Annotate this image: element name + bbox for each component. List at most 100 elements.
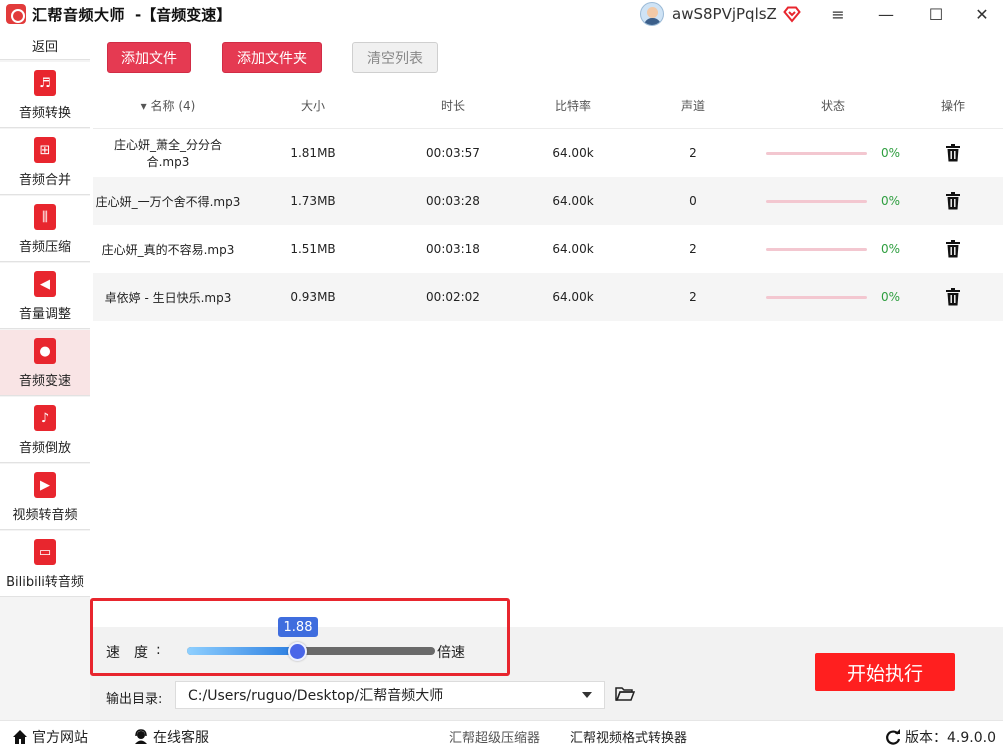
- progress-percent: 0%: [880, 194, 901, 208]
- version-label: 版本：4.9.0.0: [905, 730, 996, 746]
- cell-channels: 2: [689, 242, 697, 256]
- add-folder-button[interactable]: 添加文件夹: [222, 42, 322, 73]
- header-duration[interactable]: 时长: [383, 97, 523, 114]
- cell-size: 1.51MB: [290, 242, 336, 256]
- audio-merge-icon: ⊞: [34, 137, 56, 163]
- progress-bar: [765, 151, 867, 155]
- speed-unit: 倍速: [437, 645, 465, 661]
- cell-action: [903, 192, 1003, 210]
- header-status: 状态: [820, 98, 845, 113]
- window-title: -【音频变速】: [135, 5, 232, 24]
- back-button[interactable]: 返回: [0, 32, 90, 60]
- start-button[interactable]: 开始执行: [815, 653, 955, 691]
- speed-highlight-box: [90, 598, 510, 676]
- audio-convert-icon: ♬: [34, 70, 56, 96]
- sidebar-item-label: 音量调整: [18, 307, 71, 322]
- cell-bitrate: 64.00k: [552, 290, 594, 304]
- version-info[interactable]: 版本：4.9.0.0: [885, 727, 996, 747]
- cell-name: 庄心妍_一万个舍不得.mp3: [95, 194, 241, 209]
- progress-percent: 0%: [880, 146, 901, 160]
- user-area[interactable]: awS8PVjPqlsZ: [640, 2, 801, 26]
- table-row[interactable]: 卓依婷 - 生日快乐.mp3 0.93MB 00:02:02 64.00k 2 …: [93, 273, 1003, 321]
- cell-size: 1.81MB: [290, 146, 336, 160]
- table-row[interactable]: 庄心妍_萧全_分分合合.mp3 1.81MB 00:03:57 64.00k 2…: [93, 129, 1003, 177]
- minimize-button[interactable]: —: [866, 0, 906, 28]
- clear-list-button[interactable]: 清空列表: [352, 42, 438, 73]
- video-converter-link[interactable]: 汇帮视频格式转换器: [570, 727, 687, 746]
- cell-status: 0%: [763, 146, 903, 160]
- cell-bitrate: 64.00k: [552, 146, 594, 160]
- maximize-button[interactable]: ☐: [916, 0, 956, 28]
- sidebar-item-volume[interactable]: ◀ 音量调整: [0, 263, 90, 329]
- chevron-down-icon[interactable]: [582, 692, 592, 698]
- header-bitrate[interactable]: 比特率: [523, 97, 623, 114]
- folder-open-icon[interactable]: [615, 686, 635, 702]
- sidebar-item-audio-compress[interactable]: ⫼ 音频压缩: [0, 196, 90, 262]
- sidebar: 返回 ♬ 音频转换 ⊞ 音频合并 ⫼ 音频压缩 ◀ 音量调整 ● 音频变速 ♪ …: [0, 32, 90, 720]
- online-service-label: 在线客服: [153, 730, 209, 746]
- progress-bar: [765, 199, 867, 203]
- cell-bitrate: 64.00k: [552, 242, 594, 256]
- sidebar-item-label: 音频压缩: [18, 240, 71, 255]
- online-service-link[interactable]: 在线客服: [133, 727, 209, 747]
- cell-duration: 00:02:02: [426, 290, 480, 304]
- header-channels[interactable]: 声道: [623, 97, 763, 114]
- cell-size: 0.93MB: [290, 290, 336, 304]
- audio-compress-icon: ⫼: [34, 204, 56, 230]
- sidebar-item-audio-speed[interactable]: ● 音频变速: [0, 330, 90, 396]
- trash-icon[interactable]: [945, 240, 961, 258]
- cell-status: 0%: [763, 194, 903, 208]
- sidebar-item-video-to-audio[interactable]: ▶ 视频转音频: [0, 464, 90, 530]
- cell-status: 0%: [763, 290, 903, 304]
- cell-bitrate: 64.00k: [552, 194, 594, 208]
- footer-bar: 官方网站 在线客服 汇帮超级压缩器 汇帮视频格式转换器 版本：4.9.0.0: [0, 720, 1003, 748]
- sidebar-item-label: Bilibili转音频: [6, 575, 84, 590]
- cell-action: [903, 240, 1003, 258]
- cell-channels: 0: [689, 194, 697, 208]
- vip-diamond-icon[interactable]: [783, 5, 801, 23]
- cell-duration: 00:03:18: [426, 242, 480, 256]
- trash-icon[interactable]: [945, 288, 961, 306]
- app-name: 汇帮音频大师: [32, 5, 126, 24]
- speed-label-colon: :: [156, 642, 161, 658]
- cell-name: 庄心妍_萧全_分分合合.mp3: [113, 138, 222, 169]
- customer-service-icon: [135, 729, 147, 744]
- progress-bar: [765, 295, 867, 299]
- file-table: ▾ 名称 (4) 大小 时长 比特率 声道 状态 操作 庄心妍_萧全_分分合合.…: [93, 82, 1003, 321]
- sidebar-item-label: 音频合并: [18, 173, 71, 188]
- cell-channels: 2: [689, 290, 697, 304]
- sidebar-item-bilibili[interactable]: ▭ Bilibili转音频: [0, 531, 90, 597]
- avatar[interactable]: [640, 2, 664, 26]
- table-row[interactable]: 庄心妍_一万个舍不得.mp3 1.73MB 00:03:28 64.00k 0 …: [93, 177, 1003, 225]
- trash-icon[interactable]: [945, 192, 961, 210]
- compressor-link[interactable]: 汇帮超级压缩器: [449, 727, 540, 746]
- sidebar-item-label: 视频转音频: [12, 508, 78, 523]
- close-button[interactable]: ✕: [962, 0, 1002, 28]
- progress-percent: 0%: [880, 290, 901, 304]
- speed-slider-fill: [187, 647, 296, 655]
- microphone-icon: ●: [34, 338, 56, 364]
- speed-slider-thumb[interactable]: [288, 642, 307, 661]
- official-website-link[interactable]: 官方网站: [12, 727, 88, 747]
- cell-duration: 00:03:28: [426, 194, 480, 208]
- username[interactable]: awS8PVjPqlsZ: [672, 5, 777, 23]
- home-icon: [13, 730, 27, 744]
- header-size[interactable]: 大小: [243, 97, 383, 114]
- speed-value-tooltip: 1.88: [278, 617, 318, 637]
- sidebar-item-audio-merge[interactable]: ⊞ 音频合并: [0, 129, 90, 195]
- cell-name: 卓依婷 - 生日快乐.mp3: [104, 290, 232, 305]
- header-name[interactable]: ▾ 名称 (4): [93, 97, 243, 114]
- output-dir-path: C:/Users/ruguo/Desktop/汇帮音频大师: [188, 688, 444, 704]
- menu-icon[interactable]: ≡: [818, 0, 858, 28]
- output-dir-select[interactable]: C:/Users/ruguo/Desktop/汇帮音频大师: [175, 681, 605, 709]
- sidebar-item-audio-reverse[interactable]: ♪ 音频倒放: [0, 397, 90, 463]
- table-row[interactable]: 庄心妍_真的不容易.mp3 1.51MB 00:03:18 64.00k 2 0…: [93, 225, 1003, 273]
- tv-icon: ▭: [34, 539, 56, 565]
- trash-icon[interactable]: [945, 144, 961, 162]
- output-dir-label: 输出目录:: [106, 692, 163, 707]
- add-file-button[interactable]: 添加文件: [107, 42, 191, 73]
- sidebar-item-audio-convert[interactable]: ♬ 音频转换: [0, 62, 90, 128]
- sidebar-item-label: 音频转换: [18, 106, 71, 121]
- speed-label: 速度: [106, 645, 162, 661]
- progress-percent: 0%: [880, 242, 901, 256]
